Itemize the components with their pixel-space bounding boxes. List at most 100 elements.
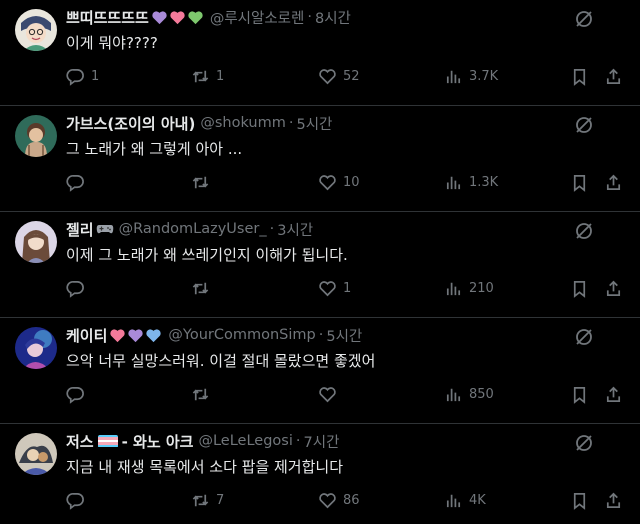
reply-button[interactable] [66,488,91,512]
avatar[interactable] [15,115,57,157]
reply-icon [66,174,84,192]
bookmark-button[interactable] [570,488,589,512]
views-icon [446,176,461,189]
views-button[interactable]: 1.3K [444,170,498,194]
purple-heart-icon [152,10,167,24]
timestamp[interactable]: 5시간 [326,325,362,346]
reply-button[interactable] [66,170,91,194]
handle[interactable]: @LeLeLegosi [198,433,292,449]
grok-icon[interactable] [574,115,594,135]
action-bar: 1 210 [0,276,640,300]
action-bar: 7 86 4K [0,488,640,512]
share-button[interactable] [604,382,623,406]
tweet[interactable]: 저스 - 와노 아크 @LeLeLegosi · 7시간 지금 내 재생 목록에… [0,424,640,524]
bookmark-button[interactable] [570,382,589,406]
tweet-text: 그 노래가 왜 그렇게 아아 ... [66,140,243,158]
retweet-button[interactable] [191,276,216,300]
display-name[interactable]: 케이티 [66,325,107,346]
like-button[interactable] [318,382,343,406]
share-button[interactable] [604,276,623,300]
tweet[interactable]: 가브스(조이의 아내) @shokumm · 5시간 그 노래가 왜 그렇게 아… [0,106,640,212]
tweet-text: 이제 그 노래가 왜 쓰레기인지 이해가 됩니다. [66,246,348,264]
avatar[interactable] [15,433,57,475]
handle[interactable]: @YourCommonSimp [168,327,315,343]
timestamp[interactable]: 8시간 [315,7,351,28]
blue-heart-icon [146,328,162,342]
tweet-header: 케이티 @YourCommonSimp · 5시간 [66,324,570,346]
game-controller-icon [96,225,113,234]
timestamp[interactable]: 5시간 [296,113,332,134]
heart-icon [319,280,336,296]
views-icon [446,70,461,83]
like-button[interactable]: 1 [318,276,351,300]
bookmark-icon [573,68,586,86]
reply-button[interactable]: 1 [66,64,99,88]
separator-dot: · [318,327,324,343]
view-count: 3.7K [469,68,499,84]
heart-icon [319,68,336,84]
reply-button[interactable] [66,382,91,406]
reply-icon [66,386,84,404]
share-icon [606,68,621,84]
avatar[interactable] [15,221,57,263]
bookmark-button[interactable] [570,64,589,88]
tweet[interactable]: 젤리 @RandomLazyUser_ · 3시간 이제 그 노래가 왜 쓰레기… [0,212,640,318]
retweet-button[interactable]: 7 [191,488,224,512]
share-button[interactable] [604,488,623,512]
grok-icon[interactable] [574,327,594,347]
tweet-text: 으악 너무 실망스러워. 이걸 절대 몰랐으면 좋겠어 [66,352,376,370]
retweet-button[interactable]: 1 [191,64,224,88]
display-name[interactable]: 가브스(조이의 아내) [66,113,195,134]
tweet-header: 가브스(조이의 아내) @shokumm · 5시간 [66,112,570,134]
display-name[interactable]: 젤리 [66,219,94,240]
reply-icon [66,492,84,510]
like-button[interactable]: 10 [318,170,360,194]
views-button[interactable]: 4K [444,488,486,512]
share-button[interactable] [604,170,623,194]
timestamp[interactable]: 7시간 [304,431,340,452]
bookmark-button[interactable] [570,170,589,194]
retweet-icon [192,176,209,188]
action-bar: 10 1.3K [0,170,640,194]
grok-icon[interactable] [574,9,594,29]
green-heart-icon [188,10,203,24]
bookmark-icon [573,492,586,510]
handle[interactable]: @RandomLazyUser_ [119,221,267,237]
reply-button[interactable] [66,276,91,300]
like-button[interactable]: 52 [318,64,360,88]
handle[interactable]: @루시알소로렌 [210,7,305,28]
like-button[interactable]: 86 [318,488,360,512]
action-bar: 850 [0,382,640,406]
tweet[interactable]: 쁘띠뜨뜨뜨뜨 @루시알소로렌 · 8시간 이게 뭐야???? 1 1 52 3.… [0,0,640,106]
views-button[interactable]: 3.7K [444,64,498,88]
separator-dot: · [307,9,312,25]
tweet-feed: 쁘띠뜨뜨뜨뜨 @루시알소로렌 · 8시간 이게 뭐야???? 1 1 52 3.… [0,0,640,524]
share-button[interactable] [604,64,623,88]
display-name[interactable]: 저스 [66,431,94,452]
avatar[interactable] [15,9,57,51]
bookmark-button[interactable] [570,276,589,300]
tweet[interactable]: 케이티 @YourCommonSimp · 5시간 으악 너무 실망스러워. 이… [0,318,640,424]
view-count: 4K [469,492,486,508]
display-name-suffix[interactable]: - 와노 아크 [122,431,194,452]
retweet-count: 1 [216,68,225,84]
retweet-count: 7 [216,492,225,508]
avatar[interactable] [15,327,57,369]
views-button[interactable]: 210 [444,276,494,300]
bookmark-icon [573,280,586,298]
retweet-icon [192,494,209,506]
action-bar: 1 1 52 3.7K [0,64,640,88]
grok-icon[interactable] [574,221,594,241]
display-name[interactable]: 쁘띠뜨뜨뜨뜨 [66,7,149,28]
bookmark-icon [573,386,586,404]
grok-icon[interactable] [574,433,594,453]
timestamp[interactable]: 3시간 [277,219,313,240]
share-icon [606,174,621,190]
handle[interactable]: @shokumm [200,115,286,131]
separator-dot: · [288,115,294,131]
views-button[interactable]: 850 [444,382,494,406]
retweet-button[interactable] [191,382,216,406]
retweet-button[interactable] [191,170,216,194]
share-icon [606,386,621,402]
reply-icon [66,68,84,86]
